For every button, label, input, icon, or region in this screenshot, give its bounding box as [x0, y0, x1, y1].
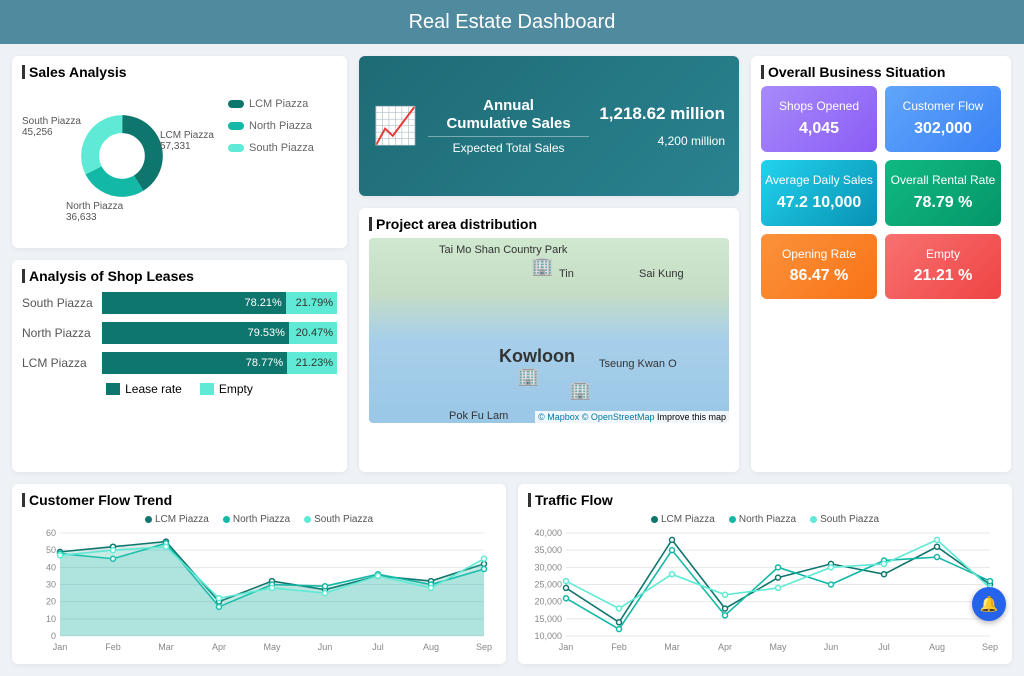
svg-text:35,000: 35,000 [534, 545, 562, 555]
traffic-flow-card: Traffic Flow LCM Piazza North Piazza Sou… [518, 484, 1012, 664]
donut-label-lcm: LCM Piazza57,331 [160, 130, 214, 152]
lease-row: North Piazza79.53%20.47% [22, 322, 337, 344]
map-card: Project area distribution Tai Mo Shan Co… [359, 208, 739, 472]
map-label: Sai Kung [639, 268, 684, 280]
chart-legend: LCM Piazza North Piazza South Piazza [528, 514, 1002, 525]
customer-flow-card: Customer Flow Trend LCM Piazza North Pia… [12, 484, 506, 664]
svg-text:Aug: Aug [423, 642, 439, 652]
card-title: Sales Analysis [22, 64, 337, 80]
business-tile: Shops Opened4,045 [761, 86, 877, 152]
map-canvas[interactable]: Tai Mo Shan Country Park Tin Sai Kung Ts… [369, 238, 729, 423]
business-card: Overall Business Situation Shops Opened4… [751, 56, 1011, 472]
traffic-flow-chart: 10,000 15,000 20,000 25,000 30,000 35,000 40,0… [528, 529, 998, 654]
donut-label-south: South Piazza45,256 [22, 116, 81, 138]
notification-fab[interactable]: 🔔 [972, 587, 1006, 621]
page-title: Real Estate Dashboard [0, 0, 1024, 44]
svg-text:Sep: Sep [982, 642, 998, 652]
svg-text:10,000: 10,000 [534, 631, 562, 641]
sales-legend: LCM Piazza North Piazza South Piazza [228, 86, 314, 226]
svg-text:Mar: Mar [158, 642, 174, 652]
donut-label-north: North Piazza36,633 [66, 201, 123, 223]
map-marker-icon[interactable]: 🏢 [569, 380, 591, 401]
kpi-value: 1,218.62 million [599, 104, 725, 124]
svg-text:May: May [769, 642, 787, 652]
svg-text:May: May [263, 642, 281, 652]
svg-text:40: 40 [46, 562, 56, 572]
mapbox-link[interactable]: © Mapbox [538, 412, 579, 422]
svg-text:Jun: Jun [824, 642, 839, 652]
business-tile: Opening Rate86.47 % [761, 234, 877, 300]
business-tile: Average Daily Sales47.2 10,000 [761, 160, 877, 226]
svg-text:20,000: 20,000 [534, 597, 562, 607]
business-tile: Overall Rental Rate78.79 % [885, 160, 1001, 226]
map-marker-icon[interactable]: 🏢 [517, 366, 539, 387]
sales-analysis-card: Sales Analysis LCM Piazza57,331 North Pi… [12, 56, 347, 248]
card-title: Traffic Flow [528, 492, 1002, 508]
svg-text:40,000: 40,000 [534, 529, 562, 538]
chart-legend: LCM Piazza North Piazza South Piazza [22, 514, 496, 525]
svg-text:10: 10 [46, 614, 56, 624]
business-tile: Customer Flow302,000 [885, 86, 1001, 152]
leases-card: Analysis of Shop Leases South Piazza78.2… [12, 260, 347, 472]
svg-text:Jul: Jul [372, 642, 384, 652]
svg-text:Mar: Mar [664, 642, 680, 652]
svg-text:25,000: 25,000 [534, 580, 562, 590]
svg-text:Aug: Aug [929, 642, 945, 652]
lease-row: South Piazza78.21%21.79% [22, 292, 337, 314]
map-label: Tin [559, 268, 574, 280]
kpi-banner: 📈 AnnualCumulative Sales Expected Total … [359, 56, 739, 196]
sales-donut-chart: LCM Piazza57,331 North Piazza36,633 Sout… [22, 86, 222, 226]
svg-text:Apr: Apr [212, 642, 226, 652]
svg-text:50: 50 [46, 545, 56, 555]
svg-text:Feb: Feb [611, 642, 627, 652]
card-title: Project area distribution [369, 216, 729, 232]
card-title: Analysis of Shop Leases [22, 268, 337, 284]
svg-text:60: 60 [46, 529, 56, 538]
svg-text:0: 0 [51, 631, 56, 641]
svg-text:Jan: Jan [53, 642, 68, 652]
svg-text:Feb: Feb [105, 642, 121, 652]
lease-row: LCM Piazza78.77%21.23% [22, 352, 337, 374]
card-title: Overall Business Situation [761, 64, 1001, 80]
map-label: Pok Fu Lam [449, 410, 508, 422]
map-label: Tseung Kwan O [599, 358, 677, 370]
svg-text:30,000: 30,000 [534, 562, 562, 572]
svg-text:Jul: Jul [878, 642, 890, 652]
map-attribution: © Mapbox © OpenStreetMap Improve this ma… [535, 411, 729, 423]
svg-text:Jun: Jun [318, 642, 333, 652]
customer-flow-chart: 0 10 20 30 40 50 60 Jan Feb Mar Apr May Jun Jul Aug Sep [22, 529, 492, 654]
business-tile: Empty21.21 % [885, 234, 1001, 300]
growth-icon: 📈 [373, 105, 418, 147]
svg-text:Apr: Apr [718, 642, 732, 652]
leases-legend: Lease rate Empty [22, 382, 337, 396]
svg-text:30: 30 [46, 580, 56, 590]
map-label: Tai Mo Shan Country Park [439, 244, 567, 256]
card-title: Customer Flow Trend [22, 492, 496, 508]
map-city: Kowloon [499, 346, 575, 367]
svg-text:15,000: 15,000 [534, 614, 562, 624]
map-marker-icon[interactable]: 🏢 [531, 256, 553, 277]
svg-text:20: 20 [46, 597, 56, 607]
osm-link[interactable]: © OpenStreetMap [582, 412, 655, 422]
svg-text:Sep: Sep [476, 642, 492, 652]
kpi-subvalue: 4,200 million [599, 134, 725, 148]
svg-text:Jan: Jan [559, 642, 574, 652]
